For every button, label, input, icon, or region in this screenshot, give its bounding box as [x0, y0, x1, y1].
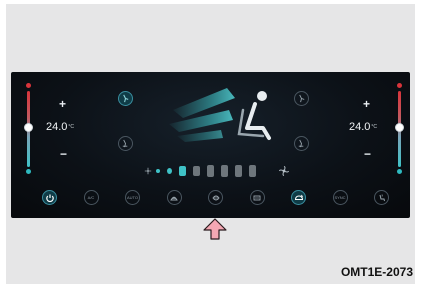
figure-code-label: OMT1E-2073 [340, 265, 413, 279]
recirculation-button[interactable] [291, 190, 306, 205]
auto-button-label: AUTO [126, 194, 139, 200]
ac-button[interactable]: A/C [83, 190, 99, 205]
left-temperature-unit: °C [68, 124, 75, 130]
fan-high-icon[interactable] [279, 166, 289, 176]
air-purify-icon [211, 195, 220, 200]
right-temperature-knob[interactable] [395, 123, 404, 132]
climate-control-panel: + 24.0°C − + 24.0°C − A/C AUTO SYNC [11, 72, 410, 218]
left-cold-indicator [26, 169, 31, 174]
recirculation-icon [294, 194, 303, 200]
fan-speed-segment[interactable] [156, 169, 160, 173]
fan-speed-segment[interactable] [249, 165, 256, 177]
fan-speed-segment[interactable] [167, 168, 172, 174]
air-purify-button[interactable] [208, 190, 223, 205]
left-temperature-readout: 24.0°C [46, 121, 74, 133]
rear-defrost-button[interactable] [249, 190, 265, 205]
right-cold-indicator [397, 169, 402, 174]
floor-vent-icon [122, 139, 128, 148]
seat-occupant-icon [237, 91, 271, 140]
left-temperature-knob[interactable] [24, 123, 33, 132]
left-temperature-value: 24.0 [46, 121, 68, 133]
fan-speed-segment[interactable] [193, 166, 200, 176]
face-vent-mode-button[interactable] [118, 91, 133, 106]
fan-speed-segment[interactable] [221, 165, 228, 177]
power-icon [45, 194, 54, 202]
ac-button-label: A/C [87, 194, 95, 200]
fan-speed-segment[interactable] [179, 166, 186, 176]
right-temperature-value: 24.0 [349, 121, 371, 133]
sync-button[interactable]: SYNC [332, 190, 348, 205]
right-temperature-readout: 24.0°C [349, 121, 377, 133]
auto-button[interactable]: AUTO [125, 190, 140, 205]
right-face-vent-mode-button[interactable] [294, 91, 309, 106]
floor-vent-mode-button[interactable] [118, 136, 133, 151]
airflow-stream-icon [169, 88, 235, 142]
right-temperature-unit: °C [371, 124, 378, 130]
rear-defrost-icon [253, 195, 261, 200]
left-temp-up-button[interactable]: + [59, 98, 66, 110]
left-hot-indicator [26, 83, 31, 88]
pointer-arrow-icon [203, 218, 227, 240]
right-floor-vent-icon [298, 139, 304, 148]
right-temp-up-button[interactable]: + [363, 98, 370, 110]
fan-low-icon[interactable] [144, 167, 152, 175]
left-temp-down-button[interactable]: − [60, 148, 67, 160]
power-button[interactable] [42, 190, 57, 205]
airflow-seat-illustration [169, 88, 271, 142]
face-vent-icon [123, 94, 129, 103]
right-face-vent-icon [299, 94, 305, 103]
fan-speed-segment[interactable] [235, 165, 242, 177]
front-defrost-button[interactable] [166, 190, 182, 205]
right-floor-vent-mode-button[interactable] [294, 136, 309, 151]
fan-speed-segment[interactable] [207, 165, 214, 177]
seat-heat-icon [379, 193, 385, 201]
sync-button-label: SYNC [334, 194, 346, 200]
seat-heat-button[interactable] [374, 190, 389, 205]
right-hot-indicator [397, 83, 402, 88]
front-defrost-icon [170, 196, 178, 200]
right-temp-down-button[interactable]: − [364, 148, 371, 160]
